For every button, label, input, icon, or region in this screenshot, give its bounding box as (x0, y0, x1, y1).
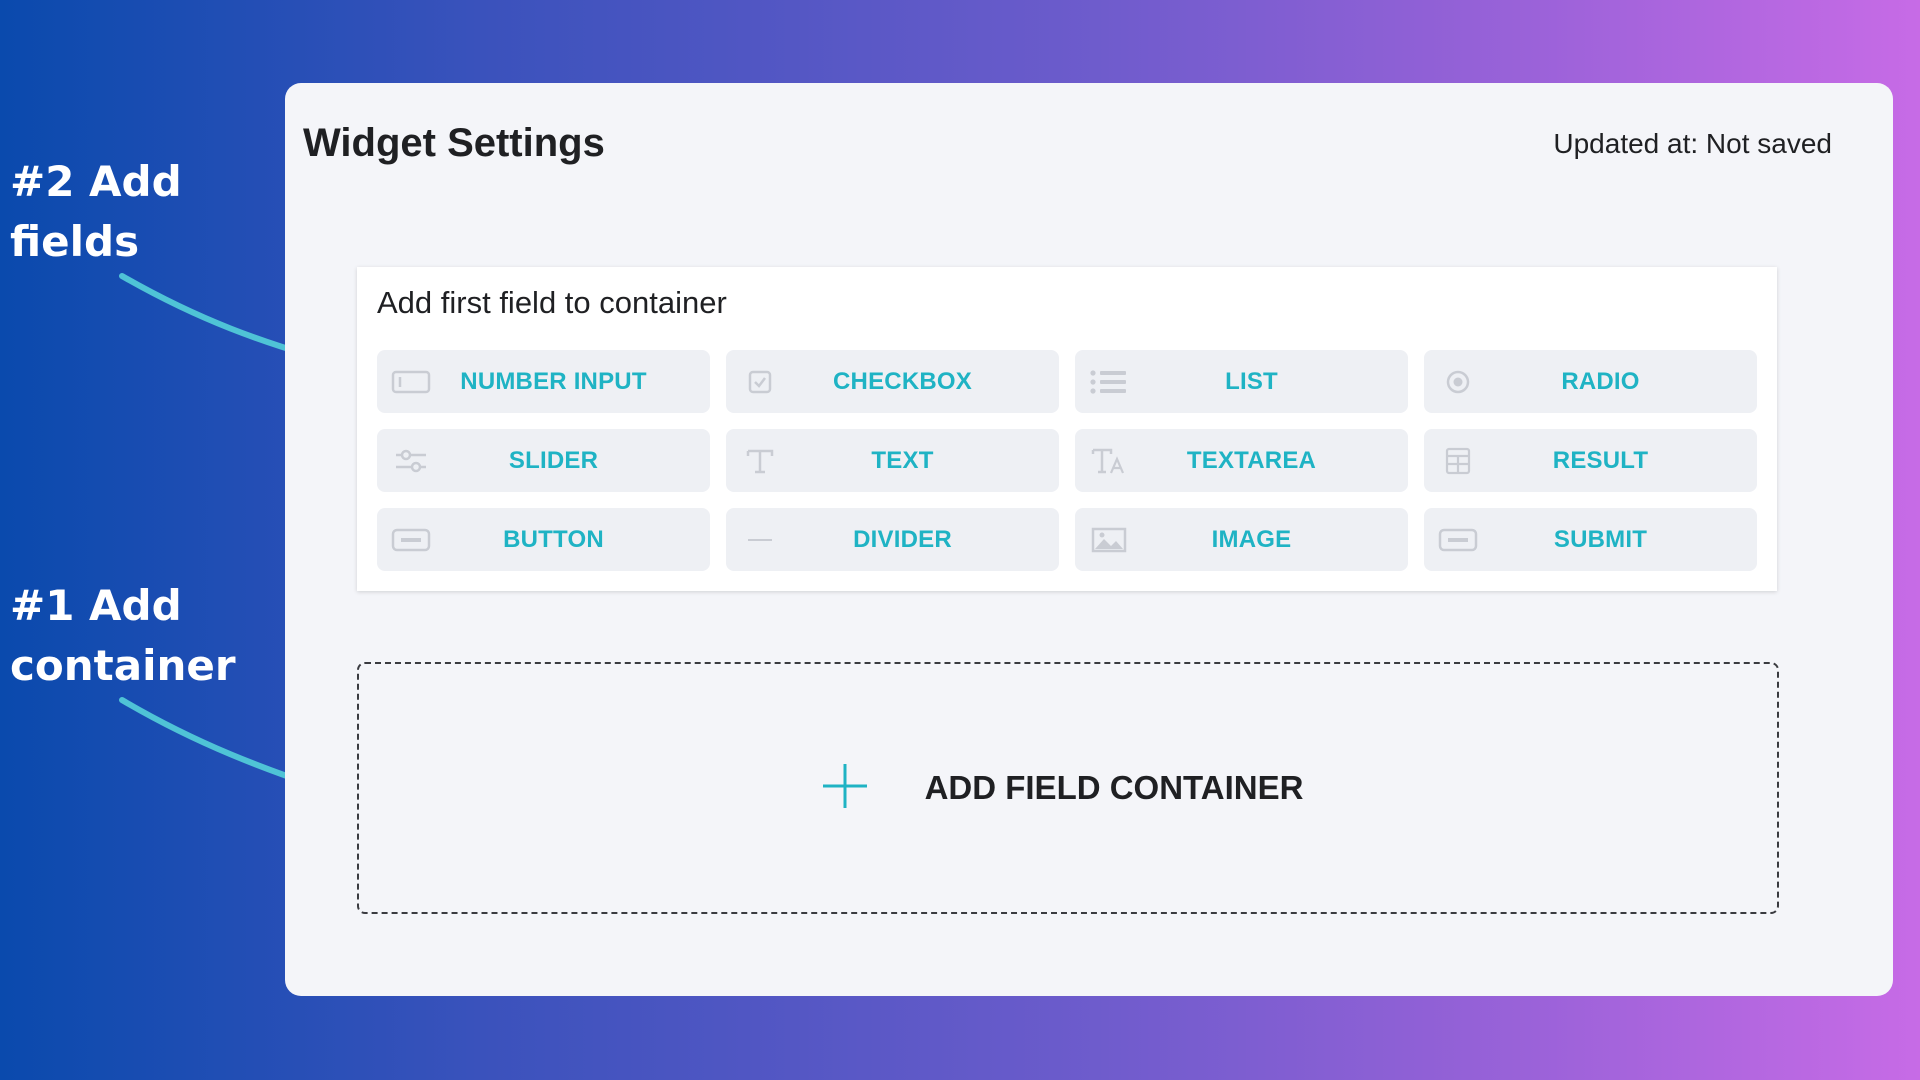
radio-button[interactable]: RADIO (1424, 350, 1757, 413)
annotation-add-container: #1 Add container (10, 576, 236, 696)
number-input-icon (391, 368, 431, 396)
widget-settings-panel: Widget Settings Updated at: Not saved Ad… (285, 83, 1893, 996)
divider-icon (740, 526, 780, 554)
field-type-grid: NUMBER INPUT CHECKBOX LIST RADIO SLIDER … (377, 350, 1758, 571)
list-icon (1089, 368, 1129, 396)
text-icon (740, 447, 780, 475)
text-button[interactable]: TEXT (726, 429, 1059, 492)
radio-icon (1438, 368, 1478, 396)
page-title: Widget Settings (303, 121, 605, 165)
checkbox-button[interactable]: CHECKBOX (726, 350, 1059, 413)
annotation-line: #1 Add (10, 581, 182, 630)
image-button[interactable]: IMAGE (1075, 508, 1408, 571)
image-icon (1089, 526, 1129, 554)
submit-icon (1438, 526, 1478, 554)
divider-button[interactable]: DIVIDER (726, 508, 1059, 571)
updated-status: Updated at: Not saved (1553, 128, 1832, 159)
plus-icon (821, 762, 869, 815)
number-input-button[interactable]: NUMBER INPUT (377, 350, 710, 413)
result-button[interactable]: RESULT (1424, 429, 1757, 492)
checkbox-icon (740, 368, 780, 396)
annotation-line: #2 Add (10, 157, 182, 206)
result-icon (1438, 447, 1478, 475)
field-container-card: Add first field to container NUMBER INPU… (357, 267, 1777, 591)
annotation-line: container (10, 641, 236, 690)
add-field-container-button[interactable]: ADD FIELD CONTAINER (357, 662, 1779, 914)
textarea-button[interactable]: TEXTAREA (1075, 429, 1408, 492)
submit-button[interactable]: SUBMIT (1424, 508, 1757, 571)
card-heading: Add first field to container (377, 285, 727, 320)
slider-icon (391, 447, 431, 475)
add-field-container-label: ADD FIELD CONTAINER (924, 769, 1304, 806)
textarea-icon (1089, 447, 1129, 475)
annotation-add-fields: #2 Add fields (10, 152, 182, 272)
annotation-line: fields (10, 217, 140, 266)
slider-button[interactable]: SLIDER (377, 429, 710, 492)
button-icon (391, 526, 431, 554)
list-button[interactable]: LIST (1075, 350, 1408, 413)
button-field-button[interactable]: BUTTON (377, 508, 710, 571)
